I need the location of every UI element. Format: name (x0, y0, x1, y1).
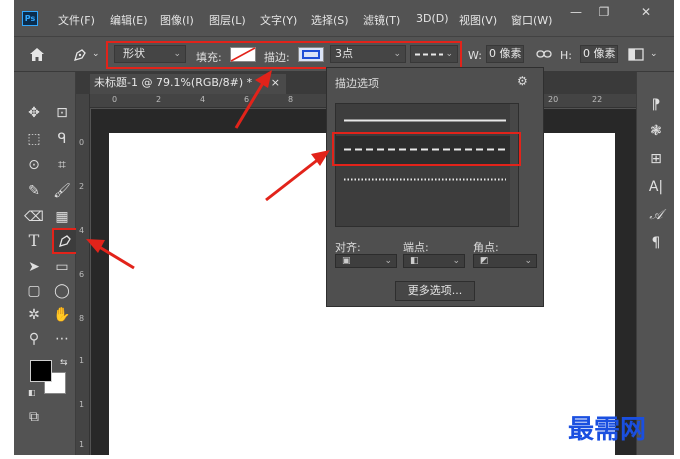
annotation-arrows (86, 70, 330, 270)
watermark-logo: 最需网 (568, 415, 647, 445)
photoshop-window: Ps 文件(F) 编辑(E) 图像(I) 图层(L) 文字(Y) 选择(S) 滤… (14, 0, 674, 455)
